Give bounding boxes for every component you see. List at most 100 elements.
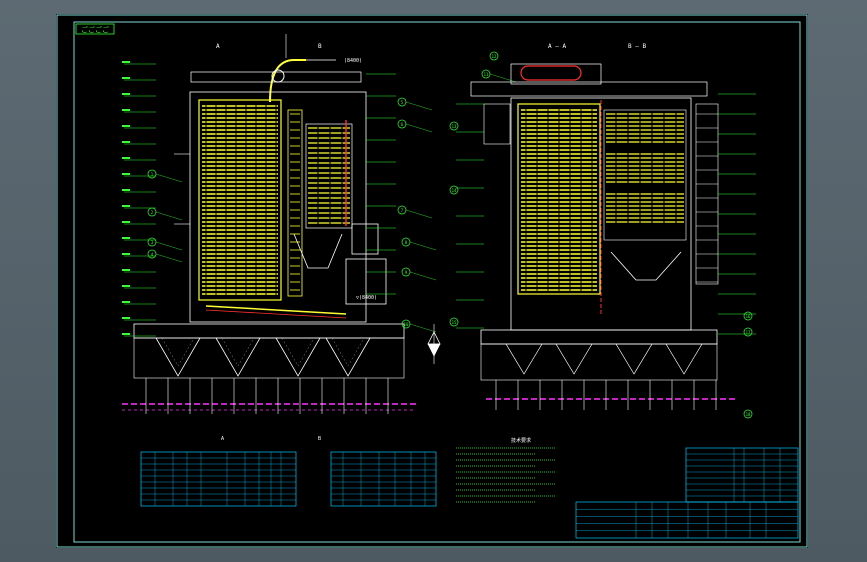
callout-number: 18 bbox=[746, 412, 751, 417]
ash-pits bbox=[133, 337, 405, 379]
grate-line bbox=[205, 305, 347, 315]
table-border bbox=[685, 447, 799, 503]
dim-tick bbox=[122, 253, 130, 255]
roof-truss bbox=[190, 71, 362, 83]
furnace-tube-bank bbox=[202, 104, 278, 298]
elevation-tag: (8400) bbox=[344, 58, 362, 64]
callout-leader bbox=[155, 253, 183, 263]
steam-drum bbox=[520, 65, 582, 81]
corner-tag: ごごごご bbox=[81, 25, 109, 34]
dim-tick bbox=[122, 269, 130, 271]
dim-tick bbox=[122, 93, 130, 95]
callout-number: 12 bbox=[492, 54, 497, 59]
piles-right bbox=[495, 380, 717, 410]
ash-pit bbox=[275, 337, 321, 377]
callout-number: 14 bbox=[452, 188, 457, 193]
ash-pit bbox=[555, 343, 593, 375]
table-left-caption: A bbox=[221, 436, 224, 442]
ash-pit bbox=[215, 337, 261, 377]
dim-tick bbox=[122, 173, 130, 175]
callout-number: 9 bbox=[405, 270, 408, 275]
callout-leader bbox=[409, 241, 437, 251]
section-label-a: A bbox=[216, 43, 220, 50]
ash-pits-right bbox=[480, 343, 718, 381]
callout-number: 6 bbox=[401, 122, 404, 127]
dim-tick bbox=[122, 301, 130, 303]
dim-tick bbox=[122, 141, 130, 143]
right-section-view: A – A B – B 12131415161718 bbox=[449, 43, 756, 419]
left-elevation-view: A B (8400) ▽(8400) 1234567891011 bbox=[122, 34, 517, 414]
pit-outline bbox=[133, 337, 405, 379]
dim-tick bbox=[122, 125, 130, 127]
dim-tick bbox=[122, 157, 130, 159]
dim-tick bbox=[122, 189, 130, 191]
callout-number: 13 bbox=[452, 124, 457, 129]
callout-leader bbox=[489, 73, 517, 83]
ash-pit-inner bbox=[281, 337, 315, 367]
ash-hopper-right bbox=[610, 251, 682, 281]
parts-table-middle bbox=[330, 451, 437, 507]
callout-number: 15 bbox=[452, 320, 457, 325]
callout-number: 8 bbox=[405, 240, 408, 245]
dim-tick bbox=[122, 221, 130, 223]
callout-number: 16 bbox=[746, 314, 751, 319]
dim-tick bbox=[122, 237, 130, 239]
superheater-bank bbox=[603, 109, 687, 241]
callout-leader bbox=[155, 241, 183, 251]
callout-leader bbox=[409, 271, 437, 281]
section-label-b: B bbox=[318, 43, 322, 50]
parts-table-left bbox=[140, 451, 297, 507]
table-border bbox=[330, 451, 437, 507]
drawing-sheet[interactable]: ごごごご A B (8400) ▽(8400) 1 2 3 4 5 6 7 8 … bbox=[56, 14, 808, 548]
callout-number: 7 bbox=[401, 208, 404, 213]
ash-pit bbox=[155, 337, 201, 377]
callout-number: 17 bbox=[746, 330, 751, 335]
table-border bbox=[140, 451, 297, 507]
boiler-assembly-drawing: ごごごご A B (8400) ▽(8400) 1234567891011 A … bbox=[56, 14, 808, 548]
callout-number: 10 bbox=[404, 322, 409, 327]
ash-pit bbox=[505, 343, 543, 375]
callout-number: 3 bbox=[151, 240, 154, 245]
dim-tick bbox=[122, 61, 130, 63]
foundation-slab-right bbox=[480, 329, 718, 345]
foundation-slab bbox=[133, 323, 405, 339]
callout-number: 2 bbox=[151, 210, 154, 215]
ash-pit-inner bbox=[161, 337, 195, 367]
section-label-bb: B – B bbox=[628, 43, 646, 50]
technical-notes bbox=[456, 447, 556, 503]
callout-leader bbox=[405, 209, 433, 219]
steel-column bbox=[695, 103, 719, 285]
revision-table bbox=[685, 447, 799, 503]
ash-pit-inner bbox=[331, 337, 365, 367]
callout-leader bbox=[155, 211, 183, 221]
dim-tick bbox=[122, 77, 130, 79]
callout-leader bbox=[405, 101, 433, 111]
dim-tick bbox=[122, 317, 130, 319]
inline-elevation-tag: ▽(8400) bbox=[356, 295, 377, 301]
stair-left bbox=[483, 103, 511, 145]
cyclone-top bbox=[351, 223, 379, 255]
ash-pit bbox=[665, 343, 703, 375]
section-label-aa: A – A bbox=[548, 43, 566, 50]
ash-pit-inner bbox=[221, 337, 255, 367]
dim-tick bbox=[122, 333, 130, 335]
callout-number: 11 bbox=[484, 72, 489, 77]
title-block bbox=[575, 501, 799, 539]
outer-frame bbox=[56, 14, 808, 548]
dim-tick bbox=[122, 285, 130, 287]
callout-leader bbox=[409, 323, 437, 333]
economizer-bank bbox=[290, 113, 350, 291]
piles bbox=[145, 378, 389, 414]
ash-pit bbox=[615, 343, 653, 375]
ash-pit bbox=[325, 337, 371, 377]
ash-hopper bbox=[293, 233, 343, 269]
callout-number: 5 bbox=[401, 100, 404, 105]
dim-tick bbox=[122, 109, 130, 111]
grate-red bbox=[205, 309, 347, 319]
table-mid-caption: B bbox=[318, 436, 321, 442]
cad-viewport: ごごごご A B (8400) ▽(8400) 1 2 3 4 5 6 7 8 … bbox=[0, 0, 867, 562]
furnace-tube-bank-right bbox=[521, 108, 597, 294]
callout-leader bbox=[155, 173, 183, 183]
notes-title: 技术要求 bbox=[511, 437, 531, 444]
dim-tick bbox=[122, 205, 130, 207]
